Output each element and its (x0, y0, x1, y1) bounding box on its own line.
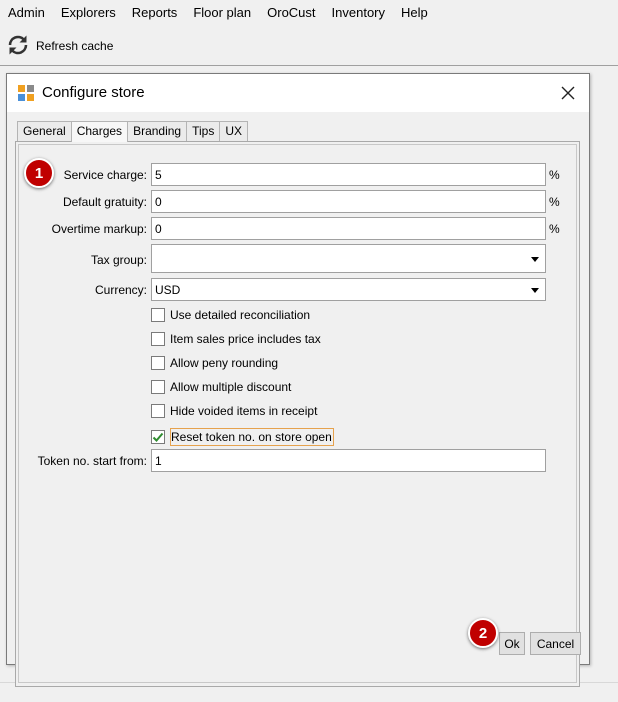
default-gratuity-field[interactable] (151, 190, 546, 213)
menu-bar: Admin Explorers Reports Floor plan OroCu… (0, 0, 618, 26)
tab-general[interactable]: General (17, 121, 72, 141)
currency-label: Currency: (94, 283, 147, 297)
overtime-markup-field[interactable] (151, 217, 546, 240)
menu-explorers[interactable]: Explorers (53, 0, 124, 26)
checkbox-label: Reset token no. on store open (170, 428, 334, 446)
tab-strip: General Charges Branding Tips UX (17, 121, 249, 142)
chevron-down-icon (531, 256, 539, 262)
checkbox-box[interactable] (151, 404, 165, 418)
step-badge-1: 1 (24, 158, 54, 188)
overtime-markup-label: Overtime markup: (51, 222, 147, 236)
currency-value: USD (155, 282, 181, 297)
tab-charges[interactable]: Charges (70, 121, 129, 142)
checkbox-box[interactable] (151, 380, 165, 394)
checkbox-label: Use detailed reconciliation (170, 308, 311, 322)
token-start-label: Token no. start from: (37, 454, 147, 468)
dialog-title: Configure store (42, 84, 145, 101)
menu-inventory[interactable]: Inventory (324, 0, 393, 26)
tab-ux[interactable]: UX (219, 121, 249, 141)
menu-help[interactable]: Help (393, 0, 436, 26)
tax-group-select[interactable] (151, 244, 546, 273)
checkbox-box[interactable] (151, 332, 165, 346)
tax-group-label: Tax group: (90, 253, 147, 267)
service-charge-field[interactable] (151, 163, 546, 186)
checkbox-box[interactable] (151, 356, 165, 370)
menu-reports[interactable]: Reports (124, 0, 186, 26)
allow-multiple-discount-checkbox[interactable]: Allow multiple discount (151, 380, 291, 394)
app-logo-icon (18, 85, 34, 101)
ok-button[interactable]: Ok (499, 632, 525, 655)
reset-token-on-open-checkbox[interactable]: Reset token no. on store open (151, 428, 334, 446)
configure-store-dialog: Configure store General Charges Branding… (6, 73, 590, 687)
checkbox-box[interactable] (151, 308, 165, 322)
chevron-down-icon (531, 287, 539, 293)
checkbox-label: Allow peny rounding (170, 356, 279, 370)
tab-branding[interactable]: Branding (127, 121, 188, 141)
checkbox-label: Hide voided items in receipt (170, 404, 318, 418)
menu-admin[interactable]: Admin (0, 0, 53, 26)
refresh-cache-button[interactable]: Refresh cache (6, 33, 113, 59)
service-charge-unit: % (549, 168, 560, 182)
checkbox-label: Item sales price includes tax (170, 332, 321, 346)
tab-tips[interactable]: Tips (186, 121, 221, 141)
token-start-field[interactable] (151, 449, 546, 472)
hide-voided-items-checkbox[interactable]: Hide voided items in receipt (151, 404, 317, 418)
dialog-titlebar: Configure store (7, 74, 589, 112)
default-gratuity-unit: % (549, 195, 560, 209)
cancel-button[interactable]: Cancel (530, 632, 581, 655)
refresh-cache-label: Refresh cache (36, 39, 114, 53)
checkmark-icon (152, 432, 164, 442)
menu-orocust[interactable]: OroCust (259, 0, 323, 26)
use-detailed-reconciliation-checkbox[interactable]: Use detailed reconciliation (151, 308, 310, 322)
step-badge-2: 2 (468, 618, 498, 648)
currency-select[interactable]: USD (151, 278, 546, 301)
menu-floor-plan[interactable]: Floor plan (185, 0, 259, 26)
item-sales-price-includes-tax-checkbox[interactable]: Item sales price includes tax (151, 332, 321, 346)
toolbar: Refresh cache (0, 26, 618, 66)
close-icon[interactable] (557, 82, 579, 104)
allow-peny-rounding-checkbox[interactable]: Allow peny rounding (151, 356, 278, 370)
default-gratuity-label: Default gratuity: (62, 195, 147, 209)
checkbox-label: Allow multiple discount (170, 380, 292, 394)
refresh-icon (6, 33, 30, 60)
checkbox-box[interactable] (151, 430, 165, 444)
overtime-markup-unit: % (549, 222, 560, 236)
